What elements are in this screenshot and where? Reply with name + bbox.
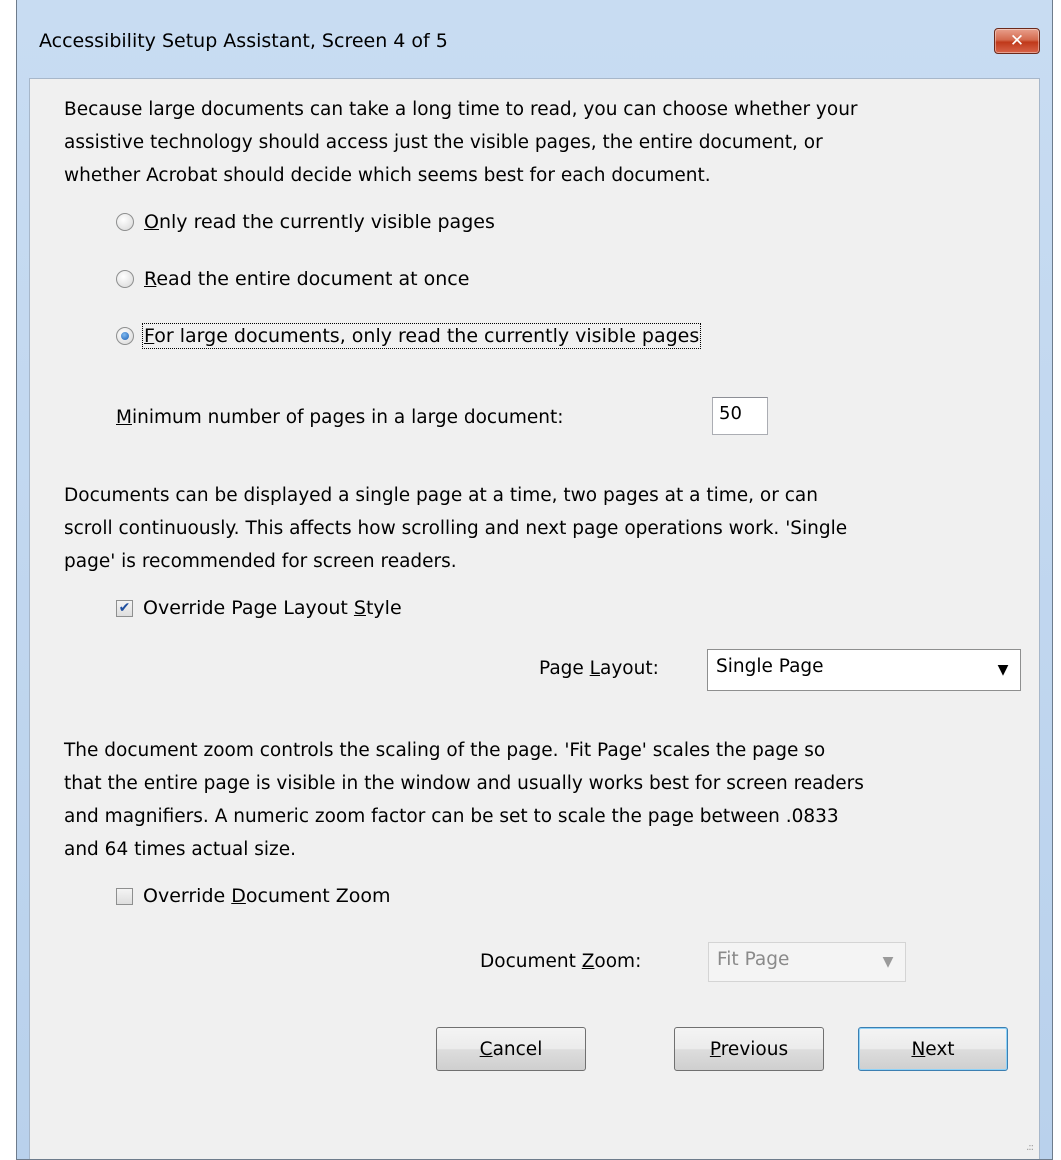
previous-button-label: Previous <box>709 1038 789 1060</box>
min-pages-label: Minimum number of pages in a large docum… <box>116 407 564 428</box>
override-document-zoom-checkbox[interactable]: Override Document Zoom <box>116 885 391 907</box>
page-layout-dropdown[interactable]: Single Page ▼ <box>707 649 1021 691</box>
layout-line: page' is recommended for screen readers. <box>64 551 457 572</box>
page-layout-value: Single Page <box>716 656 824 677</box>
dialog-content: Because large documents can take a long … <box>29 78 1040 1159</box>
dialog-title: Accessibility Setup Assistant, Screen 4 … <box>39 30 448 52</box>
checkbox-checked-icon[interactable]: ✔ <box>116 599 133 617</box>
radio-label: Read the entire document at once <box>144 268 470 290</box>
radio-label: For large documents, only read the curre… <box>141 323 702 349</box>
radio-button-selected-icon[interactable] <box>116 327 134 345</box>
previous-button[interactable]: Previous <box>674 1027 824 1071</box>
next-button[interactable]: Next <box>858 1027 1008 1071</box>
min-pages-input[interactable]: 50 <box>712 397 768 435</box>
checkbox-label: Override Document Zoom <box>143 885 391 907</box>
radio-button-icon[interactable] <box>116 270 134 288</box>
document-zoom-label: Document Zoom: <box>480 951 642 972</box>
intro-paragraph: Because large documents can take a long … <box>64 93 1024 192</box>
cancel-button-label: Cancel <box>479 1038 543 1060</box>
intro-line: assistive technology should access just … <box>64 132 823 153</box>
radio-large-documents[interactable]: For large documents, only read the curre… <box>116 323 702 349</box>
dropdown-arrow-icon[interactable]: ▼ <box>871 943 905 981</box>
document-zoom-value: Fit Page <box>717 949 790 970</box>
radio-label: Only read the currently visible pages <box>144 211 495 233</box>
checkbox-label: Override Page Layout Style <box>143 597 402 619</box>
checkbox-unchecked-icon[interactable] <box>116 887 133 905</box>
dialog-window: Accessibility Setup Assistant, Screen 4 … <box>16 0 1053 1160</box>
next-button-label: Next <box>911 1038 955 1060</box>
zoom-paragraph: The document zoom controls the scaling o… <box>64 734 1024 866</box>
document-zoom-dropdown[interactable]: Fit Page ▼ <box>708 942 906 982</box>
layout-line: Documents can be displayed a single page… <box>64 485 818 506</box>
zoom-line: and 64 times actual size. <box>64 839 297 860</box>
intro-line: Because large documents can take a long … <box>64 99 858 120</box>
override-page-layout-checkbox[interactable]: ✔ Override Page Layout Style <box>116 597 402 619</box>
zoom-line: that the entire page is visible in the w… <box>64 773 864 794</box>
intro-line: whether Acrobat should decide which seem… <box>64 165 711 186</box>
radio-entire-document[interactable]: Read the entire document at once <box>116 268 469 290</box>
dropdown-arrow-icon[interactable]: ▼ <box>986 650 1020 690</box>
close-icon: ✕ <box>1009 31 1025 51</box>
layout-line: scroll continuously. This affects how sc… <box>64 518 848 539</box>
title-bar[interactable]: Accessibility Setup Assistant, Screen 4 … <box>17 0 1052 78</box>
zoom-line: The document zoom controls the scaling o… <box>64 740 826 761</box>
radio-only-visible[interactable]: Only read the currently visible pages <box>116 211 495 233</box>
zoom-line: and magnifiers. A numeric zoom factor ca… <box>64 806 839 827</box>
radio-button-icon[interactable] <box>116 213 134 231</box>
page-layout-label: Page Layout: <box>539 658 659 679</box>
layout-paragraph: Documents can be displayed a single page… <box>64 479 1024 578</box>
cancel-button[interactable]: Cancel <box>436 1027 586 1071</box>
close-button[interactable]: ✕ <box>994 28 1040 54</box>
resize-grip-icon[interactable]: .:: <box>1026 1142 1034 1153</box>
